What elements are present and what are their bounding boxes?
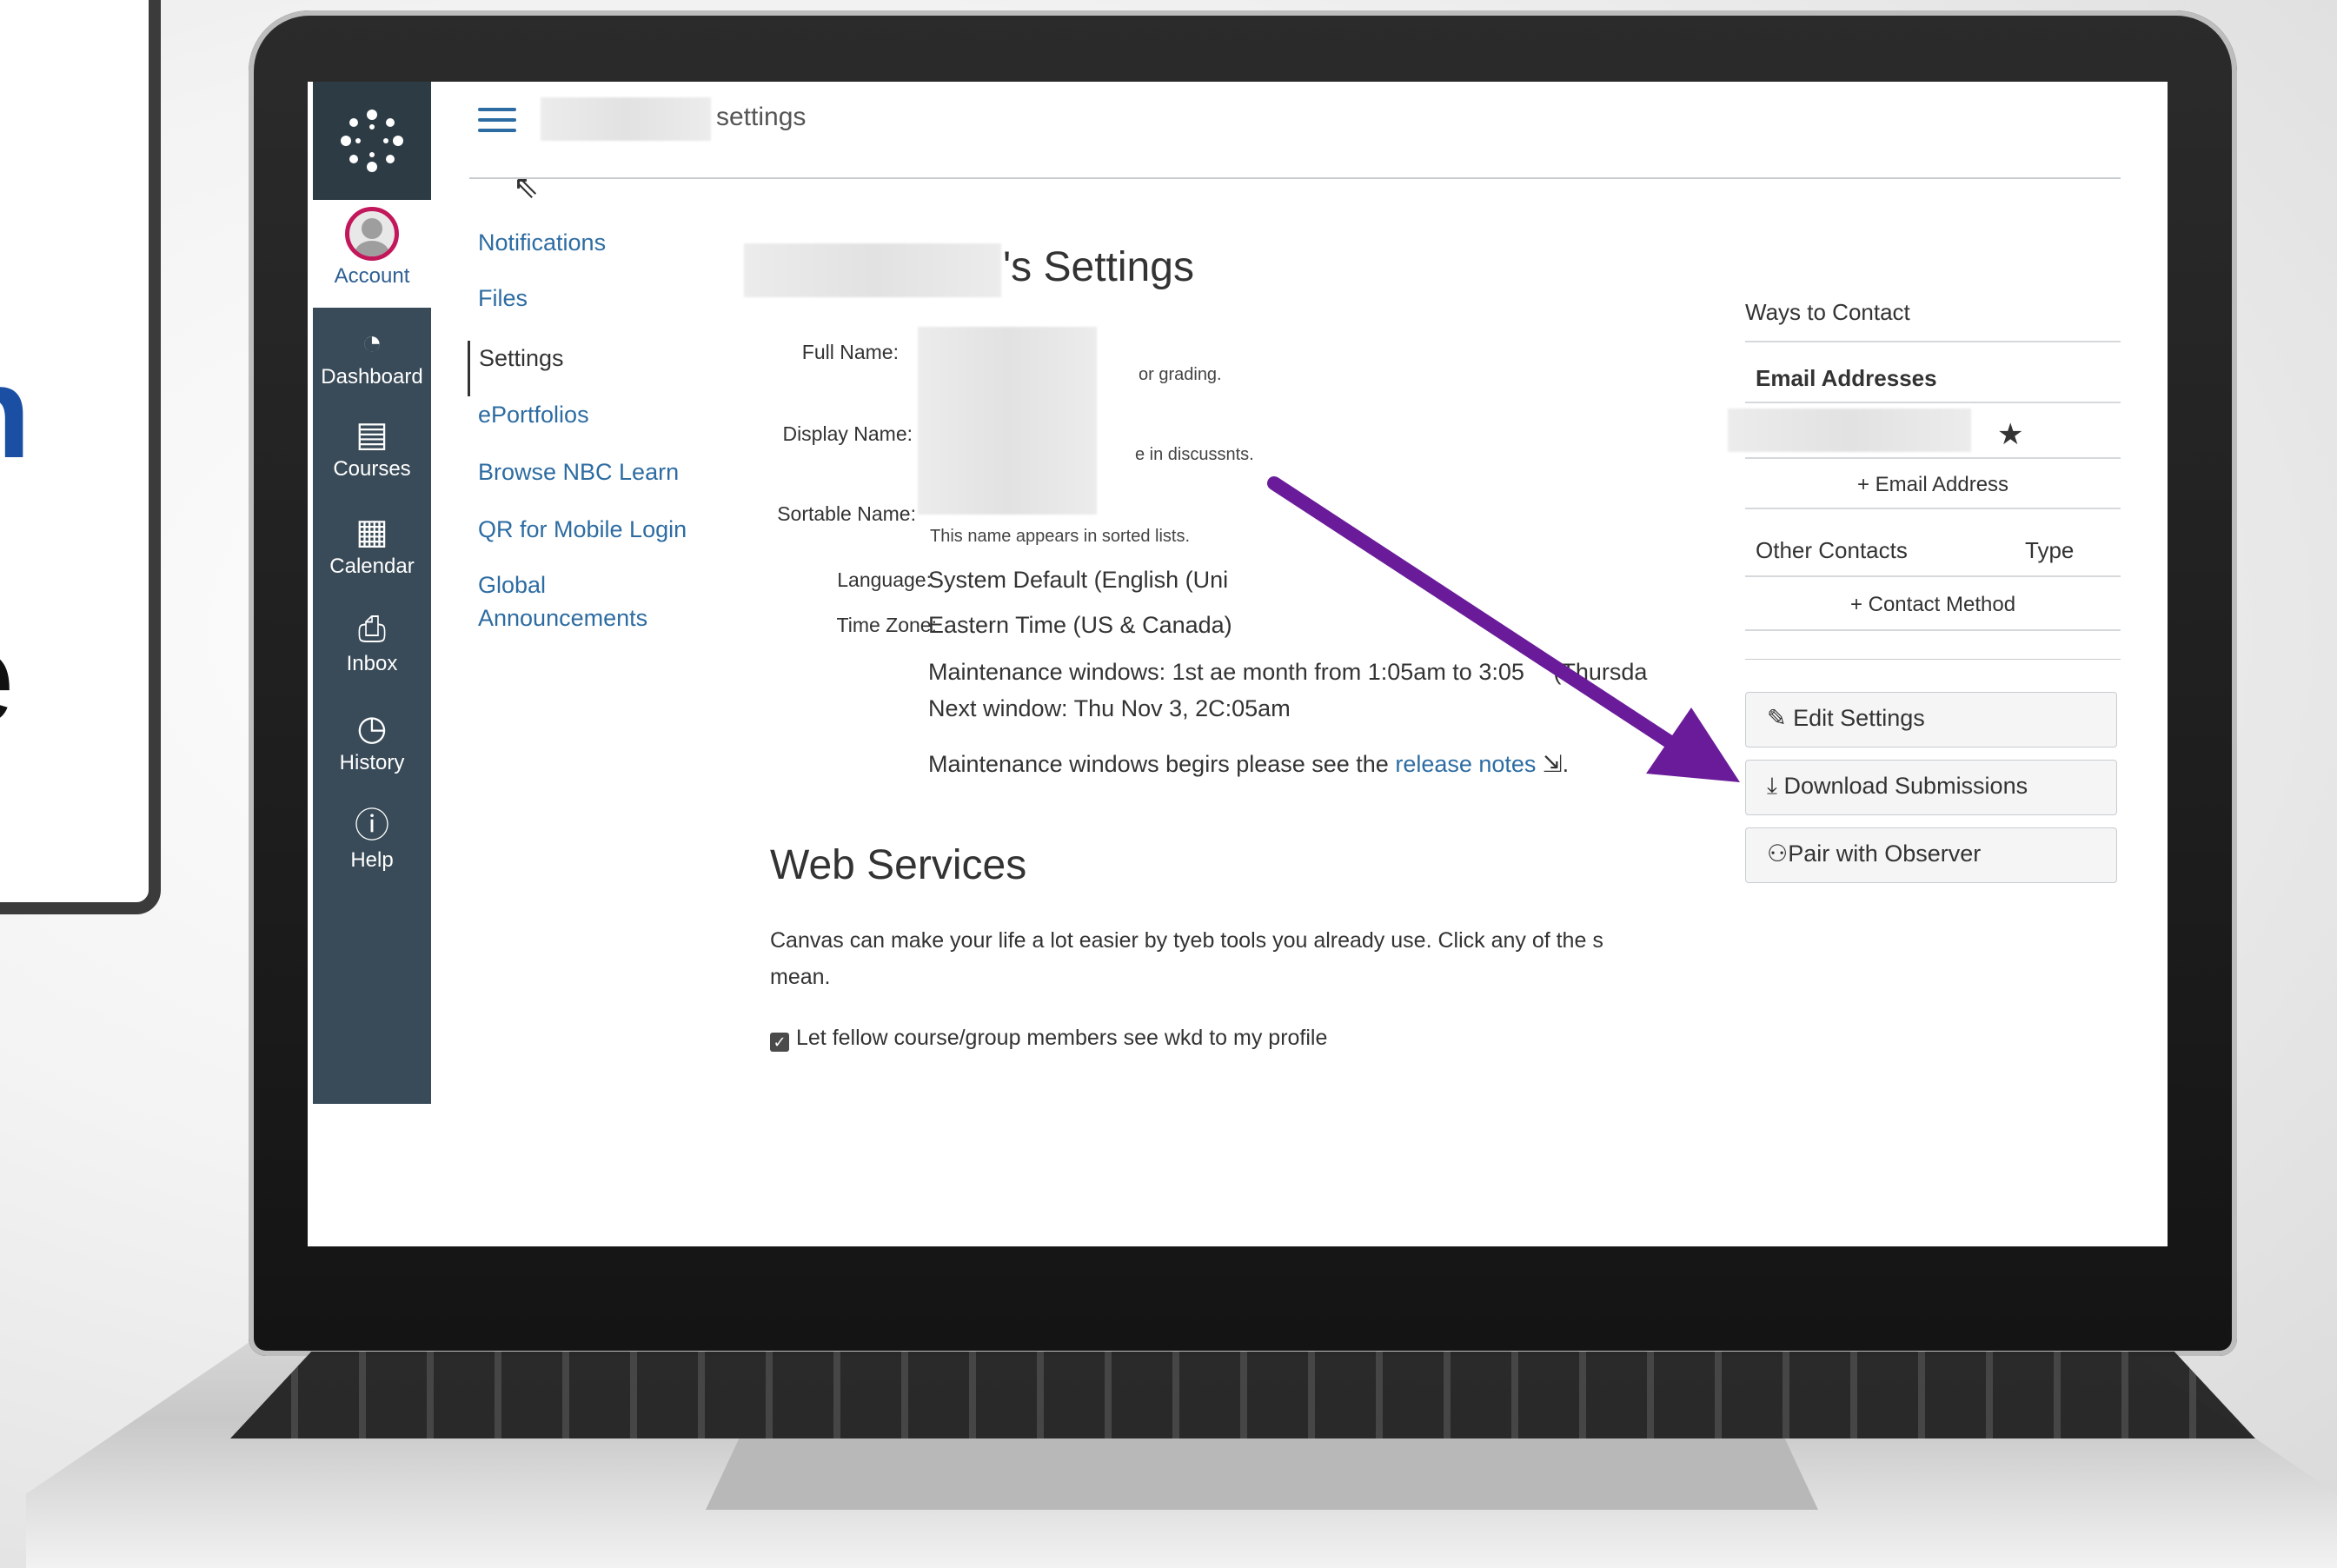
annotation-arrow-icon xyxy=(1267,476,1740,782)
laptop-trackpad xyxy=(706,1438,1818,1510)
instruction-card: d h e xyxy=(0,0,161,914)
laptop-screen: Account ◔ Dashboard ▤ Courses ▦ Calendar… xyxy=(308,82,2168,1246)
card-text-2: h xyxy=(0,347,31,477)
laptop-keyboard xyxy=(230,1352,2255,1438)
card-text-3: e xyxy=(0,612,15,742)
card-text-1: d xyxy=(0,221,6,351)
